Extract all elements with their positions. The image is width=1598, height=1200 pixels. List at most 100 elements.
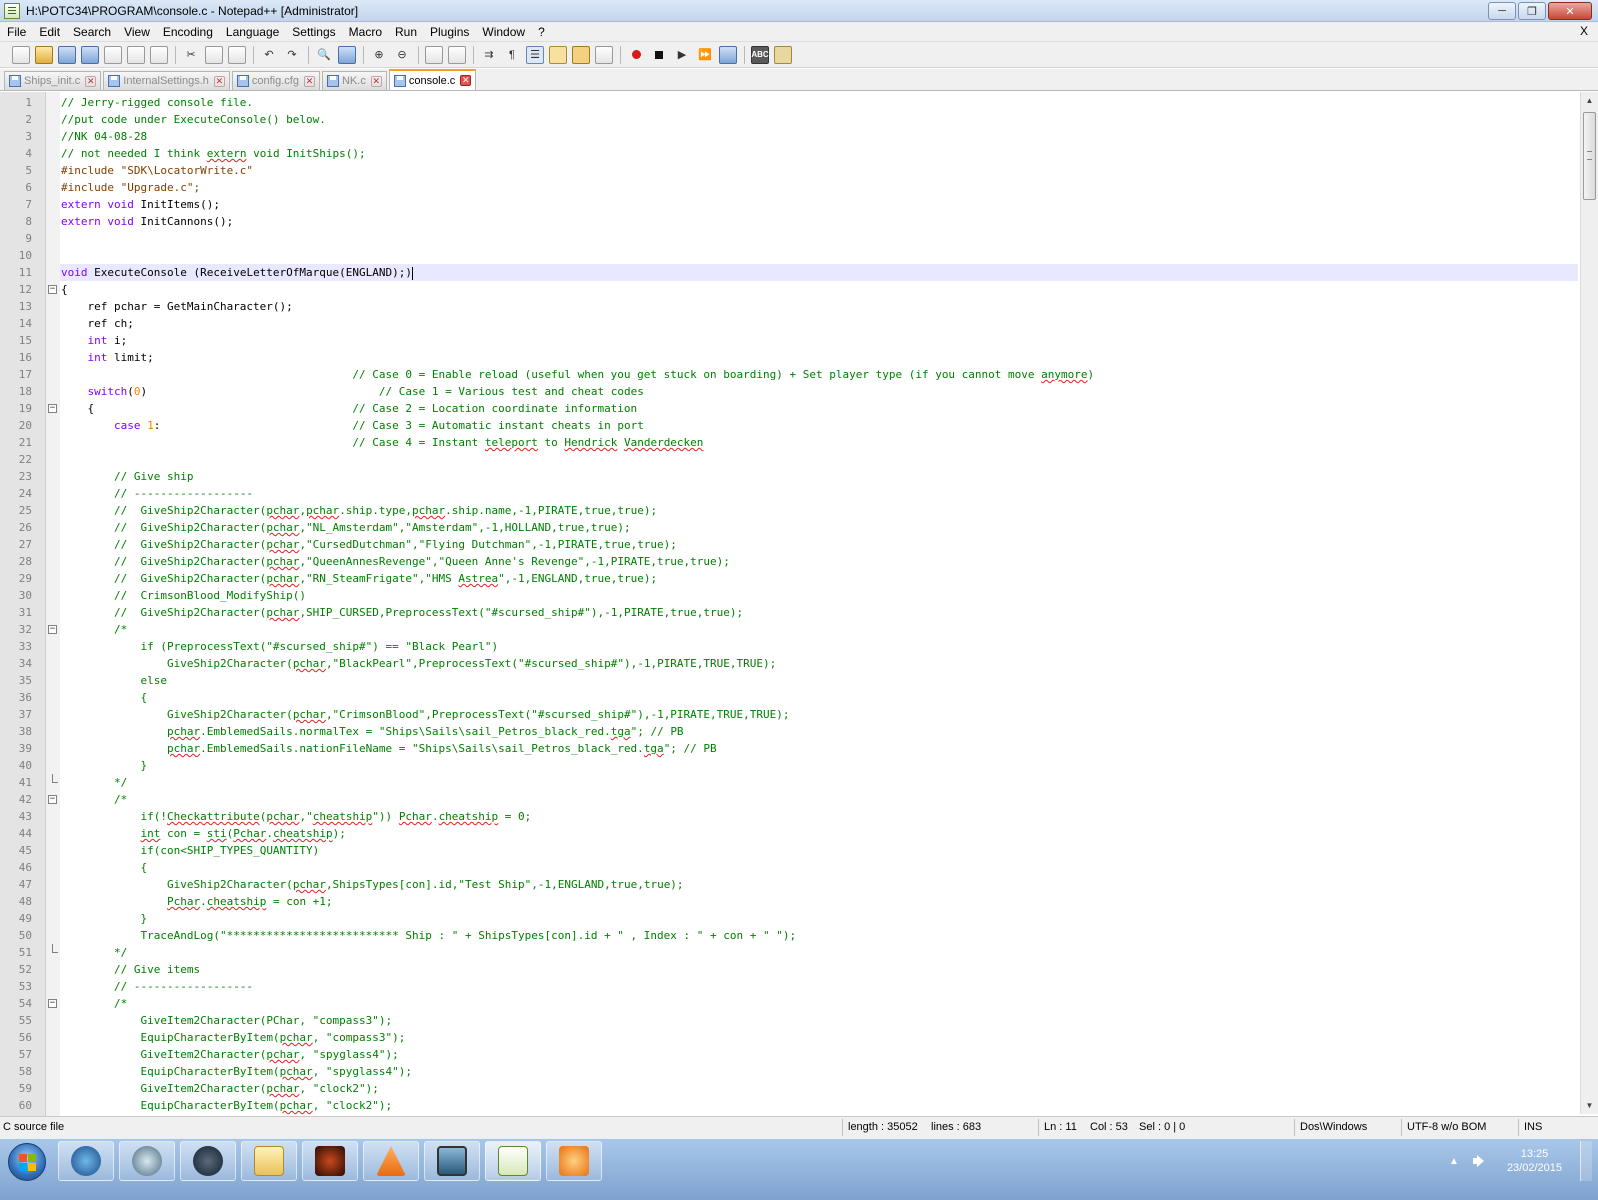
record-macro-icon[interactable] bbox=[627, 46, 645, 64]
run-macro-multiple-icon[interactable]: ⏩ bbox=[696, 46, 714, 64]
code-line[interactable]: 4 // not needed I think extern void InitS… bbox=[25, 145, 1578, 162]
code-line[interactable]: 17 // Case 0 = Enable reload (useful whe… bbox=[19, 366, 1578, 383]
spell-settings-icon[interactable] bbox=[774, 45, 792, 64]
code-line[interactable]: 55 GiveItem2Character(PChar, "compass3")… bbox=[19, 1012, 1578, 1029]
word-wrap-icon[interactable]: ⇉ bbox=[480, 46, 498, 64]
code-line[interactable]: 41 */ bbox=[19, 774, 1578, 791]
code-line[interactable]: 23 // Give ship bbox=[19, 468, 1578, 485]
menu-file[interactable]: File bbox=[0, 25, 32, 39]
code-line[interactable]: 21 // Case 4 = Instant teleport to Hendr… bbox=[19, 434, 1578, 451]
menu-help[interactable]: ? bbox=[531, 25, 551, 39]
save-icon[interactable] bbox=[58, 45, 76, 64]
taskbar-vlc[interactable] bbox=[363, 1141, 419, 1181]
fold-toggle-icon[interactable]: − bbox=[48, 795, 57, 804]
fold-toggle-icon[interactable]: − bbox=[48, 999, 57, 1008]
code-line[interactable]: 49 } bbox=[19, 910, 1578, 927]
code-line[interactable]: 29 // GiveShip2Character(pchar,"RN_Steam… bbox=[19, 570, 1578, 587]
code-line[interactable]: 45 if(con<SHIP_TYPES_QUANTITY) bbox=[19, 842, 1578, 859]
print-icon[interactable] bbox=[150, 45, 168, 64]
code-line[interactable]: 8 extern void InitCannons(); bbox=[25, 213, 1578, 230]
user-lang-icon[interactable] bbox=[549, 45, 567, 64]
tab-nk[interactable]: NK.c ✕ bbox=[321, 71, 387, 90]
code-line[interactable]: 1 // Jerry-rigged console file. bbox=[25, 94, 1578, 111]
code-line[interactable]: 60 EquipCharacterByItem(pchar, "clock2")… bbox=[19, 1097, 1578, 1114]
code-line[interactable]: 33 if (PreprocessText("#scursed_ship#") … bbox=[19, 638, 1578, 655]
code-line[interactable]: 48 Pchar.cheatship = con +1; bbox=[19, 893, 1578, 910]
close-tab-icon[interactable]: ✕ bbox=[370, 75, 382, 87]
scrollbar-thumb[interactable] bbox=[1583, 112, 1596, 200]
close-tab-icon[interactable]: ✕ bbox=[460, 75, 472, 86]
menu-window[interactable]: Window bbox=[475, 25, 531, 39]
menu-language[interactable]: Language bbox=[219, 25, 285, 39]
code-line[interactable]: 40 } bbox=[19, 757, 1578, 774]
code-line[interactable]: 34 GiveShip2Character(pchar,"BlackPearl"… bbox=[19, 655, 1578, 672]
code-line[interactable]: 43 if(!Checkattribute(pchar,"cheatship")… bbox=[19, 808, 1578, 825]
code-line[interactable]: 31 // GiveShip2Character(pchar,SHIP_CURS… bbox=[19, 604, 1578, 621]
function-list-icon[interactable] bbox=[595, 45, 613, 64]
code-line[interactable]: 32 − /* bbox=[19, 621, 1578, 638]
close-tab-icon[interactable]: ✕ bbox=[303, 75, 315, 87]
code-line[interactable]: 15 int i; bbox=[19, 332, 1578, 349]
vertical-scrollbar[interactable]: ▲ ▼ bbox=[1580, 92, 1598, 1114]
code-line[interactable]: 37 GiveShip2Character(pchar,"CrimsonBloo… bbox=[19, 706, 1578, 723]
code-area[interactable]: 1 // Jerry-rigged console file. 2 //put cod… bbox=[19, 94, 1578, 1131]
paste-icon[interactable] bbox=[228, 45, 246, 64]
code-line[interactable]: 19 − { // Case 2 = Location coordinate in… bbox=[19, 400, 1578, 417]
taskbar-file-explorer[interactable] bbox=[241, 1141, 297, 1181]
code-line[interactable]: 53 // ------------------ bbox=[19, 978, 1578, 995]
menu-run[interactable]: Run bbox=[388, 25, 423, 39]
code-line[interactable]: 39 pchar.EmblemedSails.nationFileName = … bbox=[19, 740, 1578, 757]
start-button[interactable] bbox=[8, 1143, 46, 1181]
zoom-in-icon[interactable]: ⊕ bbox=[370, 46, 388, 64]
menu-search[interactable]: Search bbox=[66, 25, 117, 39]
code-line[interactable]: 47 GiveShip2Character(pchar,ShipsTypes[c… bbox=[19, 876, 1578, 893]
code-line[interactable]: 16 int limit; bbox=[19, 349, 1578, 366]
clock[interactable]: 13:25 23/02/2015 bbox=[1507, 1147, 1562, 1175]
code-line[interactable]: 50 TraceAndLog("************************… bbox=[19, 927, 1578, 944]
code-line[interactable]: 28 // GiveShip2Character(pchar,"QueenAnn… bbox=[19, 553, 1578, 570]
undo-icon[interactable]: ↶ bbox=[260, 46, 278, 64]
code-line[interactable]: 11 void ExecuteConsole (ReceiveLetterOfMa… bbox=[19, 264, 1578, 281]
code-line[interactable]: 5 #include "SDK\LocatorWrite.c" bbox=[25, 162, 1578, 179]
show-hidden-icons-icon[interactable]: ▲ bbox=[1449, 1156, 1459, 1167]
code-line[interactable]: 22 bbox=[19, 451, 1578, 468]
save-macro-icon[interactable] bbox=[719, 45, 737, 64]
code-line[interactable]: 35 else bbox=[19, 672, 1578, 689]
volume-icon[interactable] bbox=[1472, 1154, 1487, 1168]
taskbar-media-play[interactable] bbox=[546, 1141, 602, 1181]
taskbar-steam[interactable] bbox=[180, 1141, 236, 1181]
show-all-chars-icon[interactable]: ¶ bbox=[503, 46, 521, 64]
indent-guide-icon[interactable]: ☰ bbox=[526, 45, 544, 64]
tab-config[interactable]: config.cfg ✕ bbox=[231, 71, 320, 90]
code-line[interactable]: 25 // GiveShip2Character(pchar,pchar.shi… bbox=[19, 502, 1578, 519]
new-file-icon[interactable] bbox=[12, 45, 30, 64]
minimize-button[interactable]: ─ bbox=[1488, 2, 1516, 20]
spell-check-icon[interactable]: ABC bbox=[751, 45, 769, 64]
code-line[interactable]: 18 switch(0) // Case 1 = Various test an… bbox=[19, 383, 1578, 400]
code-line[interactable]: 12 −{ bbox=[19, 281, 1578, 298]
code-line[interactable]: 54 − /* bbox=[19, 995, 1578, 1012]
sync-vertical-icon[interactable] bbox=[425, 45, 443, 64]
close-all-icon[interactable] bbox=[127, 45, 145, 64]
taskbar-notepadpp[interactable] bbox=[485, 1141, 541, 1181]
taskbar-browser[interactable] bbox=[58, 1141, 114, 1181]
menu-macro[interactable]: Macro bbox=[342, 25, 388, 39]
fold-toggle-icon[interactable]: − bbox=[48, 285, 57, 294]
close-tab-icon[interactable]: ✕ bbox=[85, 75, 97, 87]
menu-view[interactable]: View bbox=[117, 25, 156, 39]
redo-icon[interactable]: ↷ bbox=[283, 46, 301, 64]
save-all-icon[interactable] bbox=[81, 45, 99, 64]
stop-record-icon[interactable] bbox=[650, 46, 668, 64]
code-line[interactable]: 36 { bbox=[19, 689, 1578, 706]
code-line[interactable]: 24 // ------------------ bbox=[19, 485, 1578, 502]
replace-icon[interactable] bbox=[338, 45, 356, 64]
code-line[interactable]: 56 EquipCharacterByItem(pchar, "compass3… bbox=[19, 1029, 1578, 1046]
code-line[interactable]: 20 case 1: // Case 3 = Automatic instant… bbox=[19, 417, 1578, 434]
close-tab-icon[interactable]: ✕ bbox=[213, 75, 225, 87]
code-line[interactable]: 10 bbox=[19, 247, 1578, 264]
code-line[interactable]: 6 #include "Upgrade.c"; bbox=[25, 179, 1578, 196]
code-line[interactable]: 42 − /* bbox=[19, 791, 1578, 808]
fold-toggle-icon[interactable]: − bbox=[48, 404, 57, 413]
sync-horizontal-icon[interactable] bbox=[448, 45, 466, 64]
code-line[interactable]: 3 //NK 04-08-28 bbox=[25, 128, 1578, 145]
